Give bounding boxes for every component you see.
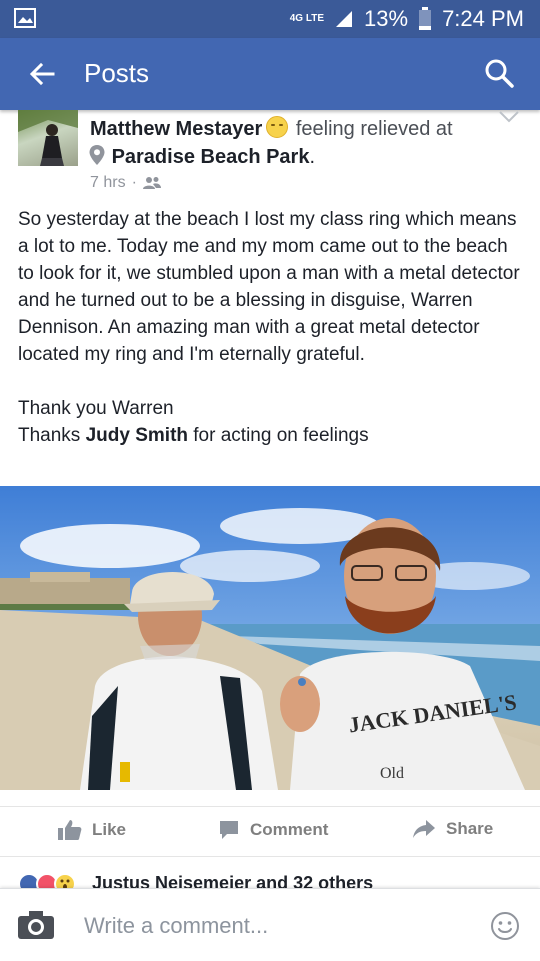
camera-icon[interactable] xyxy=(16,909,56,941)
thanks-line: Thank you Warren xyxy=(18,398,174,419)
location-pin-icon xyxy=(89,145,105,165)
clock: 7:24 PM xyxy=(442,6,524,31)
comment-input[interactable] xyxy=(84,909,464,943)
tagged-user[interactable]: Judy Smith xyxy=(86,425,188,446)
status-bar: 4G LTE 13% 7:24 PM xyxy=(0,0,540,38)
smiley-icon[interactable] xyxy=(490,911,520,941)
post-actions: Like Comment Share xyxy=(0,806,540,857)
meta-separator: · xyxy=(131,174,137,191)
reaction-count-text[interactable]: Justus Neisemeier and 32 others xyxy=(92,873,373,889)
comment-label: Comment xyxy=(250,820,329,839)
reaction-icons xyxy=(18,873,76,889)
feeling-text: feeling relieved at xyxy=(295,118,453,140)
share-button[interactable]: Share xyxy=(412,819,493,839)
thumbs-up-icon xyxy=(58,820,82,840)
place-line: Paradise Beach Park. xyxy=(88,144,315,169)
gallery-notification-icon xyxy=(14,8,36,28)
like-button[interactable]: Like xyxy=(58,819,126,841)
battery-percent: 13% xyxy=(364,6,409,31)
place-name[interactable]: Paradise Beach Park xyxy=(112,146,310,168)
shirt-old-text: Old xyxy=(380,765,404,782)
author-name[interactable]: Matthew Mestayer xyxy=(90,118,262,140)
comment-button[interactable]: Comment xyxy=(218,819,328,841)
comment-composer xyxy=(0,888,540,961)
reactions-summary[interactable]: Justus Neisemeier and 32 others xyxy=(0,856,540,889)
share-icon xyxy=(413,820,435,838)
page-title: Posts xyxy=(84,58,150,88)
chevron-down-icon[interactable] xyxy=(498,110,520,124)
like-label: Like xyxy=(92,820,127,839)
status-indicators: 4G LTE 13% 7:24 PM xyxy=(290,6,524,32)
mention-suffix: for acting on feelings xyxy=(188,425,369,446)
battery-icon xyxy=(419,7,432,30)
search-icon[interactable] xyxy=(484,58,514,88)
post-meta: 7 hrs · xyxy=(90,174,161,192)
comment-icon xyxy=(220,821,238,839)
arrow-left-icon[interactable] xyxy=(26,58,58,90)
author-avatar[interactable] xyxy=(18,110,78,166)
app-bar: Posts xyxy=(0,38,540,110)
mention-prefix: Thanks xyxy=(18,425,86,446)
like-reaction-icon xyxy=(18,873,40,889)
signal-icon xyxy=(336,11,353,27)
post-paragraph: So yesterday at the beach I lost my clas… xyxy=(18,209,520,365)
friends-icon xyxy=(142,177,161,189)
mention-line: Thanks Judy Smith for acting on feelings xyxy=(18,422,528,449)
post-body: So yesterday at the beach I lost my clas… xyxy=(18,206,528,449)
post-photo[interactable]: JACK DANIEL'S Old xyxy=(0,486,540,790)
place-suffix: . xyxy=(309,146,316,168)
network-indicator: 4G LTE xyxy=(289,13,325,24)
post-time[interactable]: 7 hrs xyxy=(90,174,126,192)
post-author-line: Matthew Mestayer feeling relieved at xyxy=(90,116,453,141)
love-reaction-icon xyxy=(36,873,58,889)
relieved-face-icon xyxy=(266,116,289,138)
share-label: Share xyxy=(446,819,494,838)
